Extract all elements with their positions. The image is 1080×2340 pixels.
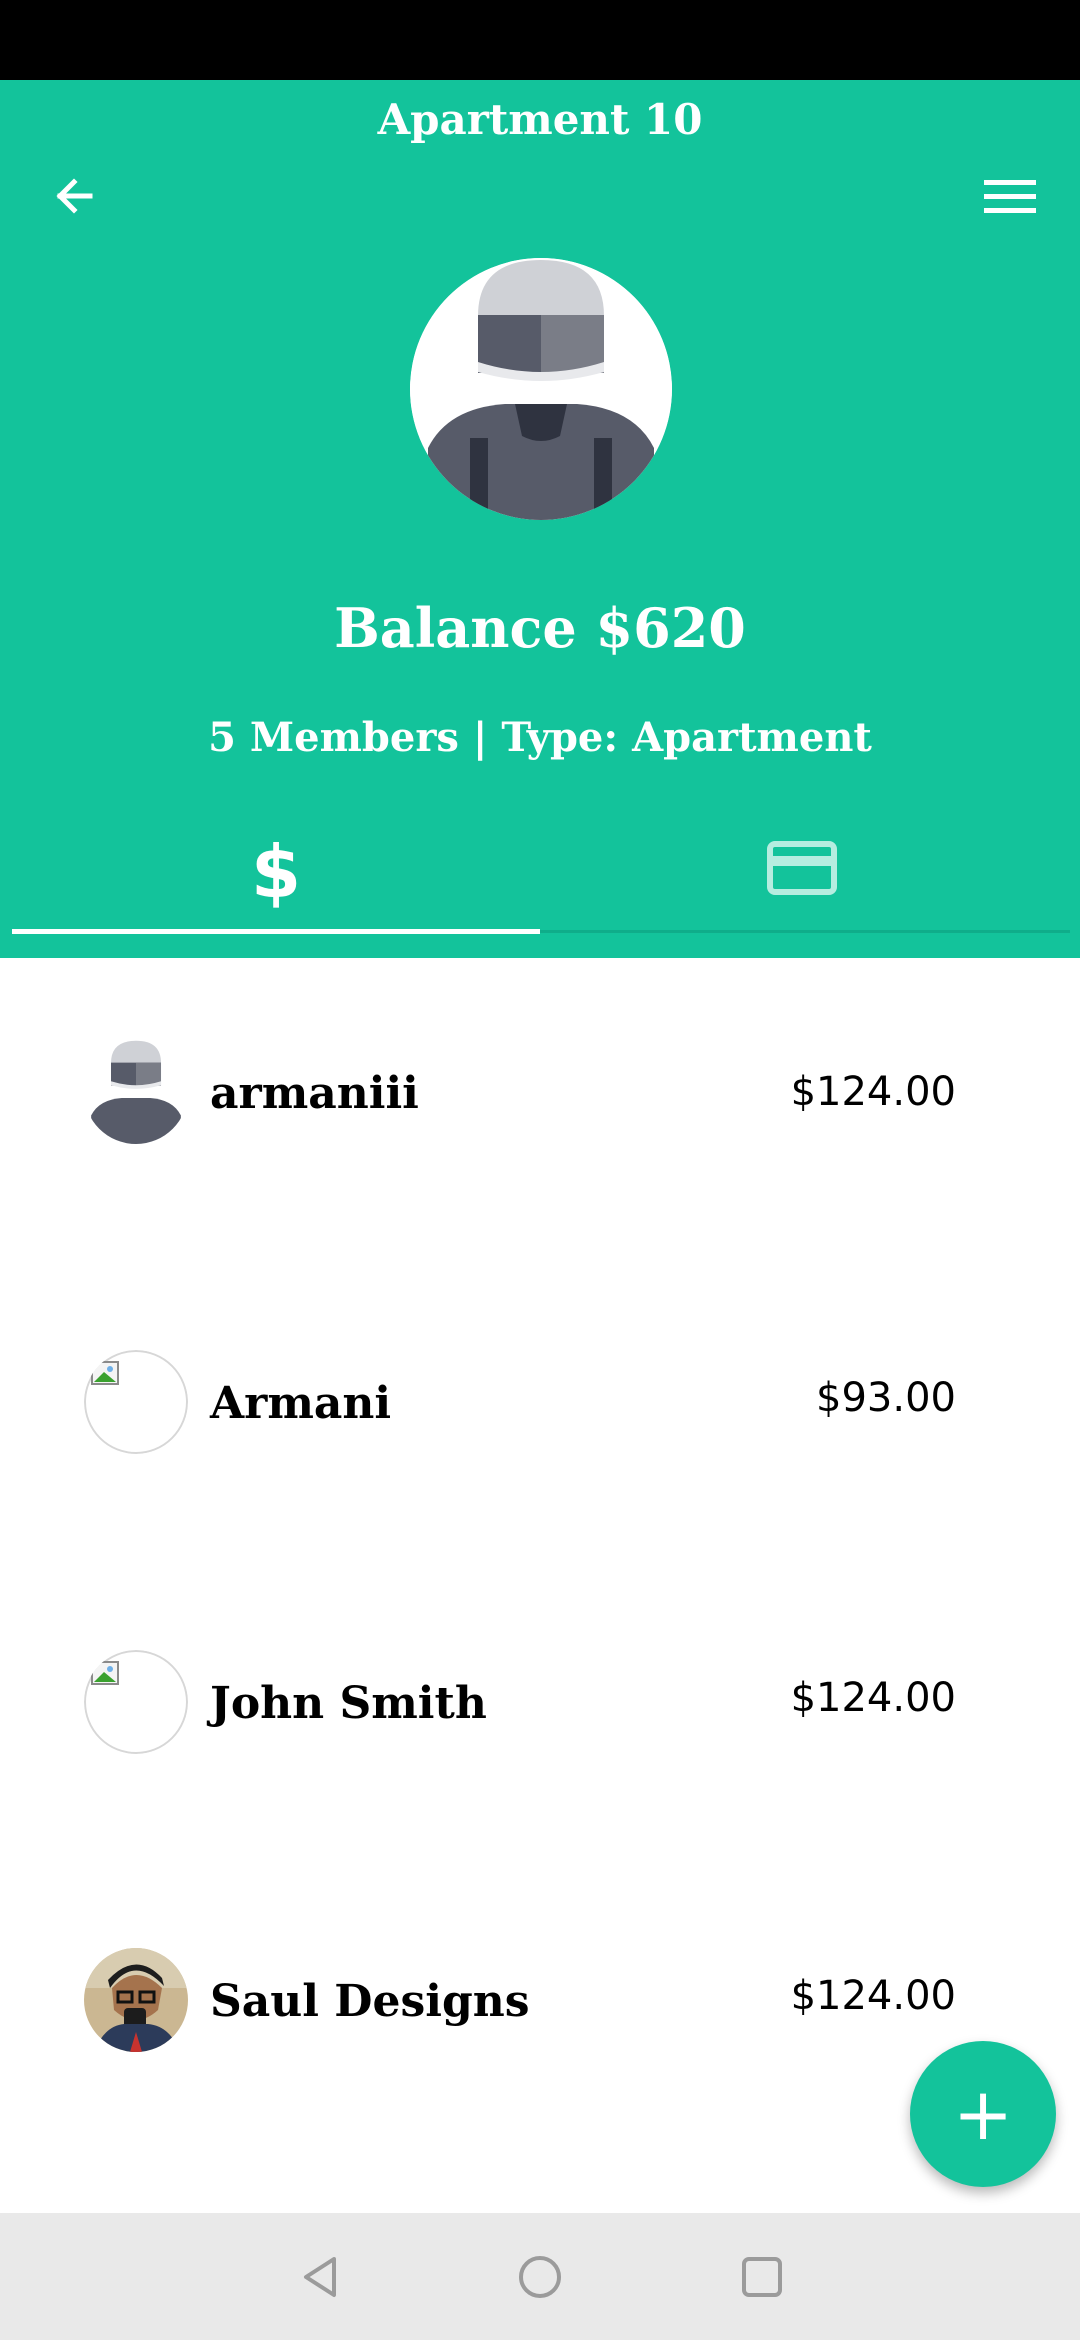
member-name: armaniii: [210, 1068, 419, 1119]
circle-home-icon: [519, 2256, 561, 2298]
tab-divider: [540, 930, 1070, 933]
triangle-back-icon: [304, 2257, 336, 2297]
avatar: [84, 1350, 188, 1454]
menu-button[interactable]: [976, 163, 1042, 229]
member-amount: $124.00: [790, 1069, 956, 1115]
member-row[interactable]: Armani $93.00: [0, 1350, 1080, 1510]
plus-icon: +: [952, 2072, 1014, 2156]
tab-payments[interactable]: [540, 800, 1080, 934]
member-amount: $124.00: [790, 1675, 956, 1721]
arrow-left-icon: [56, 178, 93, 214]
avatar: [84, 1948, 188, 2052]
photo-avatar-icon: [84, 1948, 188, 2052]
add-button[interactable]: +: [910, 2041, 1056, 2187]
nav-back-button[interactable]: [290, 2247, 350, 2307]
member-amount: $93.00: [816, 1375, 956, 1421]
tab-balances[interactable]: $: [0, 800, 540, 934]
nav-home-button[interactable]: [510, 2247, 570, 2307]
members-summary: 5 Members | Type: Apartment: [208, 714, 872, 761]
member-name: John Smith: [210, 1678, 487, 1729]
back-button[interactable]: [44, 163, 110, 229]
helmet-avatar-icon: [91, 1040, 181, 1144]
image-placeholder-icon: [91, 1361, 119, 1385]
avatar: [84, 1650, 188, 1754]
group-avatar: [410, 258, 672, 520]
page-title: Apartment 10: [377, 95, 703, 144]
avatar: [84, 1040, 188, 1144]
member-amount: $124.00: [790, 1973, 956, 2019]
square-recents-icon: [742, 2257, 782, 2297]
system-navigation-bar: [0, 2213, 1080, 2340]
status-bar: [0, 0, 1080, 80]
active-tab-indicator: [12, 929, 540, 934]
nav-recents-button[interactable]: [732, 2247, 792, 2307]
member-row[interactable]: John Smith $124.00: [0, 1650, 1080, 1810]
member-list: armaniii $124.00 Armani $93.00 John Smit…: [0, 958, 1080, 2213]
hamburger-menu-icon: [984, 180, 1036, 213]
balance-text: Balance $620: [334, 596, 746, 660]
credit-card-icon: [767, 841, 837, 895]
helmet-avatar-icon: [410, 258, 672, 520]
image-placeholder-icon: [91, 1661, 119, 1685]
member-name: Saul Designs: [210, 1976, 530, 2027]
dollar-icon: $: [250, 830, 302, 914]
member-row[interactable]: armaniii $124.00: [0, 1040, 1080, 1200]
member-name: Armani: [210, 1378, 392, 1429]
